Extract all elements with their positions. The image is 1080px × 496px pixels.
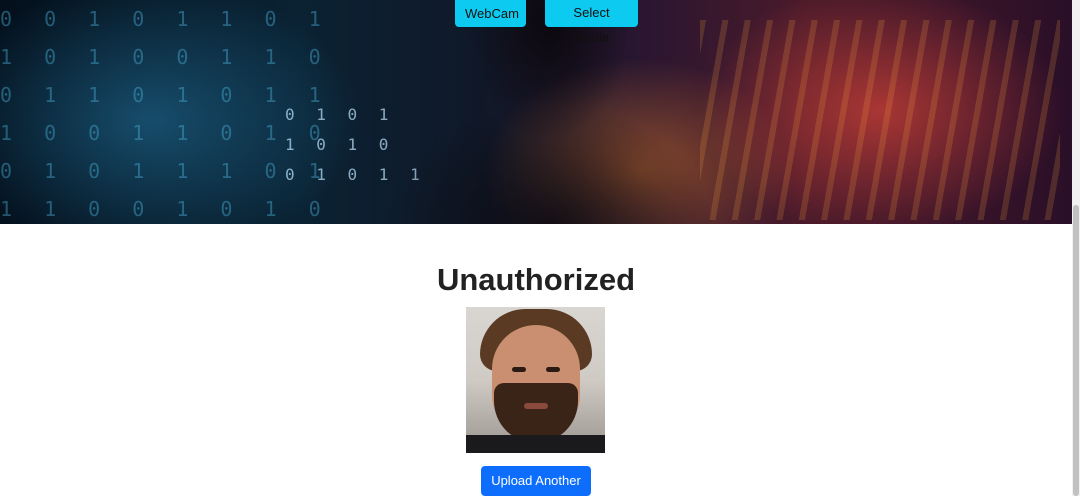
webcam-button[interactable]: WebCam bbox=[455, 0, 526, 27]
upload-another-button[interactable]: Upload Another bbox=[481, 466, 591, 496]
uploaded-face-image bbox=[466, 307, 605, 453]
page: 0 0 1 0 1 1 0 1 1 0 1 0 0 1 1 0 0 1 1 0 … bbox=[0, 0, 1080, 496]
scrollbar-thumb[interactable] bbox=[1073, 205, 1079, 496]
face-jacket bbox=[466, 435, 605, 453]
face-beard bbox=[494, 383, 578, 443]
person-silhouette bbox=[320, 0, 780, 224]
select-media-button[interactable]: Select Media bbox=[545, 0, 638, 45]
binary-background: 0 0 1 0 1 1 0 1 1 0 1 0 0 1 1 0 0 1 1 0 … bbox=[0, 7, 321, 221]
face-eye-right bbox=[546, 367, 560, 372]
result-status-title: Unauthorized bbox=[436, 262, 636, 297]
face-eye-left bbox=[512, 367, 526, 372]
face-mouth bbox=[524, 403, 548, 409]
hero-banner: 0 0 1 0 1 1 0 1 1 0 1 0 0 1 1 0 0 1 1 0 … bbox=[0, 0, 1072, 224]
page-scrollbar[interactable] bbox=[1072, 0, 1080, 496]
